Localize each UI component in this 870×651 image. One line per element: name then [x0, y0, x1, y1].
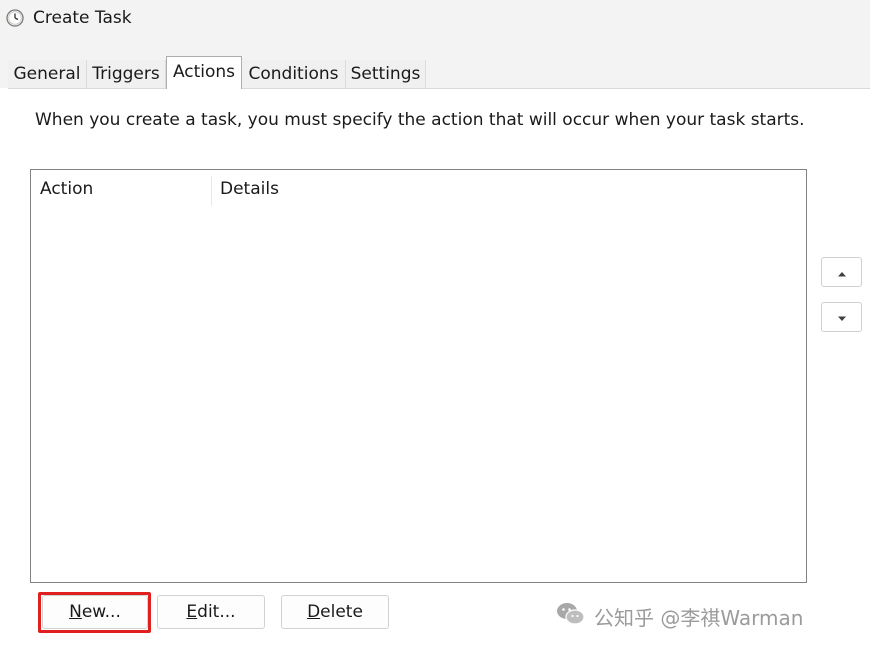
highlight-box: [38, 592, 151, 633]
delete-button-mnemonic: D: [307, 602, 321, 622]
wechat-icon: [556, 601, 586, 632]
actions-list[interactable]: Action Details: [30, 169, 807, 583]
tab-conditions[interactable]: Conditions: [242, 60, 346, 88]
delete-button[interactable]: Delete: [281, 595, 389, 629]
triangle-up-icon: [836, 263, 848, 282]
triangle-down-icon: [836, 308, 848, 327]
column-header-details[interactable]: Details: [220, 170, 520, 208]
edit-button-label: dit...: [197, 602, 236, 622]
window-title: Create Task: [33, 8, 132, 28]
edit-button[interactable]: Edit...: [157, 595, 265, 629]
title-bar: Create Task: [0, 0, 870, 42]
clock-icon: [6, 9, 24, 27]
instruction-text: When you create a task, you must specify…: [35, 110, 805, 130]
column-header-action[interactable]: Action: [40, 170, 210, 208]
tab-triggers[interactable]: Triggers: [87, 60, 166, 88]
column-divider[interactable]: [211, 176, 212, 206]
tab-settings[interactable]: Settings: [346, 60, 426, 88]
watermark-text: 公知乎 @李祺Warman: [594, 605, 804, 630]
move-down-button[interactable]: [821, 302, 862, 332]
edit-button-mnemonic: E: [186, 602, 198, 622]
delete-button-label: elete: [320, 602, 363, 622]
watermark: 公知乎 @李祺Warman: [556, 601, 803, 631]
tab-general[interactable]: General: [8, 60, 87, 88]
tab-actions[interactable]: Actions: [166, 56, 242, 89]
move-up-button[interactable]: [821, 257, 862, 287]
